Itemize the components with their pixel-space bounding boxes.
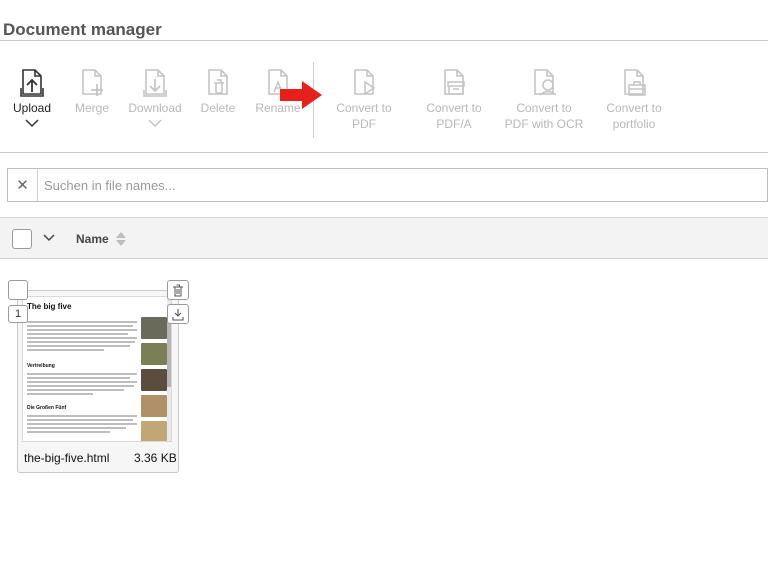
upload-icon	[20, 69, 44, 97]
convert-ocr-label-2: PDF with OCR	[504, 117, 584, 131]
red-arrow-icon	[280, 81, 322, 109]
elephant-image	[141, 317, 167, 339]
file-select-checkbox[interactable]	[8, 280, 28, 300]
convert-to-pdf-ocr-button[interactable]: Convert to PDF with OCR	[504, 66, 584, 132]
convert-pdfa-label-2: PDF/A	[436, 117, 472, 131]
file-thumbnail[interactable]: The big five Vertreibung Die Großen Fünf	[22, 296, 172, 442]
convert-portfolio-label-1: Convert to	[606, 101, 662, 115]
chevron-down-icon[interactable]	[42, 231, 56, 245]
rhino-image	[141, 343, 167, 365]
file-delete-button[interactable]	[167, 280, 189, 300]
thumbnail-heading: Vertreibung	[27, 363, 55, 369]
convert-ocr-label-1: Convert to	[516, 101, 572, 115]
buffalo-image	[141, 369, 167, 391]
select-all-checkbox[interactable]	[12, 229, 32, 249]
convert-to-portfolio-button[interactable]: Convert to portfolio	[594, 66, 674, 132]
toolbar-divider	[0, 152, 768, 153]
convert-pdf-label-2: PDF	[352, 117, 376, 131]
thumbnail-heading: Die Großen Fünf	[27, 405, 67, 411]
briefcase-icon	[624, 69, 646, 96]
trash-icon	[173, 284, 183, 296]
ocr-icon	[534, 69, 557, 96]
convert-to-pdfa-button[interactable]: Convert to PDF/A	[414, 66, 494, 132]
close-icon[interactable]: ✕	[8, 169, 38, 201]
thumbnail-text-block	[27, 321, 137, 353]
trash-icon	[208, 69, 228, 95]
archive-icon	[444, 69, 465, 95]
column-header-name[interactable]: Name	[76, 232, 109, 246]
chevron-down-icon[interactable]	[24, 118, 40, 128]
search-input[interactable]	[44, 169, 744, 201]
sort-icon[interactable]	[115, 231, 127, 247]
thumbnail-title: The big five	[27, 302, 72, 311]
convert-pdf-label-1: Convert to	[336, 101, 392, 115]
file-index-badge: 1	[8, 305, 28, 323]
table-header: Name	[0, 217, 768, 259]
convert-portfolio-label-2: portfolio	[612, 117, 656, 131]
file-name[interactable]: the-big-five.html	[24, 451, 109, 465]
toolbar: Upload Merge Download Delete Rename Conv…	[0, 60, 768, 140]
thumbnail-text-block	[27, 373, 137, 397]
convert-to-pdf-button[interactable]: Convert to PDF	[324, 66, 404, 132]
convert-pdf-icon	[354, 69, 376, 96]
chevron-down-icon[interactable]	[147, 118, 163, 128]
leopard-image	[141, 421, 167, 441]
download-icon	[172, 308, 184, 321]
file-download-button[interactable]	[167, 304, 189, 324]
file-size: 3.36 KB	[134, 451, 177, 465]
merge-icon	[82, 69, 103, 96]
lion-image	[141, 395, 167, 417]
download-icon	[143, 69, 167, 97]
title-divider	[0, 40, 768, 41]
thumbnail-text-block	[27, 415, 137, 435]
search-bar: ✕	[7, 168, 768, 202]
convert-pdfa-label-1: Convert to	[426, 101, 482, 115]
page-title: Document manager	[3, 20, 162, 39]
